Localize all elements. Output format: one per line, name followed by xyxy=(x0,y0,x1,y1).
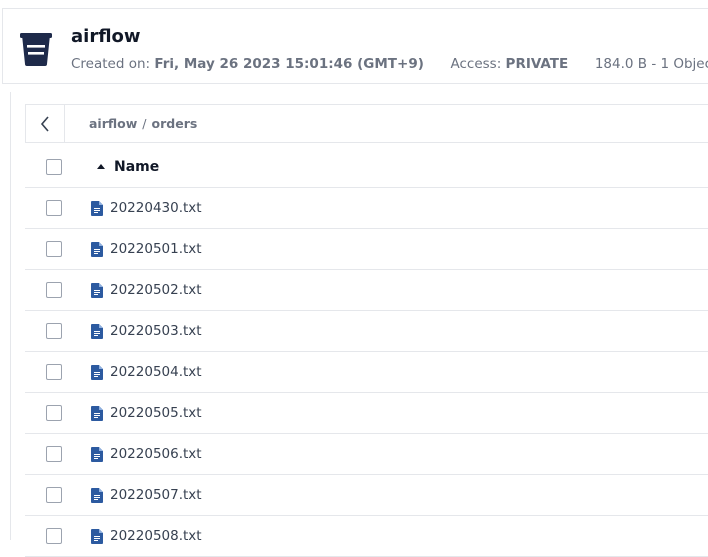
text-file-icon xyxy=(91,406,103,421)
breadcrumb-root[interactable]: airflow xyxy=(89,116,137,131)
file-name[interactable]: 20220505.txt xyxy=(110,405,202,421)
row-checkbox[interactable] xyxy=(46,405,62,421)
breadcrumb-separator: / xyxy=(142,116,147,131)
file-name[interactable]: 20220504.txt xyxy=(110,364,202,380)
file-name[interactable]: 20220503.txt xyxy=(110,323,202,339)
file-name[interactable]: 20220506.txt xyxy=(110,446,202,462)
text-file-icon xyxy=(91,365,103,380)
row-checkbox[interactable] xyxy=(46,528,62,544)
select-all-checkbox[interactable] xyxy=(46,159,62,175)
text-file-icon xyxy=(91,201,103,216)
text-file-icon xyxy=(91,242,103,257)
table-row[interactable]: 20220504.txt xyxy=(25,352,708,393)
text-file-icon xyxy=(91,324,103,339)
file-name[interactable]: 20220507.txt xyxy=(110,487,202,503)
table-row[interactable]: 20220506.txt xyxy=(25,434,708,475)
bucket-name: airflow xyxy=(71,26,141,47)
created-label: Created on: xyxy=(71,56,151,72)
created-value: Fri, May 26 2023 15:01:46 (GMT+9) xyxy=(154,56,424,72)
breadcrumb: airflow / orders xyxy=(89,116,197,131)
text-file-icon xyxy=(91,488,103,503)
bucket-header: airflow Created on: Fri, May 26 2023 15:… xyxy=(2,8,708,84)
table-header: Name xyxy=(25,147,708,188)
chevron-left-icon xyxy=(40,115,49,132)
table-row[interactable]: 20220507.txt xyxy=(25,475,708,516)
table-row[interactable]: 20220430.txt xyxy=(25,188,708,229)
text-file-icon xyxy=(91,447,103,462)
sort-ascending-icon[interactable] xyxy=(97,164,105,169)
access-label: Access: xyxy=(450,56,502,72)
access-value: PRIVATE xyxy=(505,56,569,72)
breadcrumb-current: orders xyxy=(151,116,198,131)
file-name[interactable]: 20220502.txt xyxy=(110,282,202,298)
name-column-header[interactable]: Name xyxy=(114,159,159,175)
row-checkbox[interactable] xyxy=(46,282,62,298)
back-button[interactable] xyxy=(26,105,65,142)
row-checkbox[interactable] xyxy=(46,241,62,257)
usage-info: 184.0 B - 1 Object xyxy=(594,56,708,72)
text-file-icon xyxy=(91,529,103,544)
row-checkbox[interactable] xyxy=(46,200,62,216)
table-row[interactable]: 20220503.txt xyxy=(25,311,708,352)
text-file-icon xyxy=(91,283,103,298)
row-checkbox[interactable] xyxy=(46,446,62,462)
file-table: Name 20220430.txt 20220501.txt 20220502.tx… xyxy=(25,147,708,557)
breadcrumb-bar: airflow / orders xyxy=(25,104,708,143)
divider xyxy=(10,92,11,540)
table-row[interactable]: 20220508.txt xyxy=(25,516,708,557)
row-checkbox[interactable] xyxy=(46,323,62,339)
bucket-meta: Created on: Fri, May 26 2023 15:01:46 (G… xyxy=(71,56,708,72)
row-checkbox[interactable] xyxy=(46,364,62,380)
table-row[interactable]: 20220501.txt xyxy=(25,229,708,270)
bucket-icon xyxy=(20,33,52,66)
file-name[interactable]: 20220430.txt xyxy=(110,200,202,216)
table-row[interactable]: 20220502.txt xyxy=(25,270,708,311)
file-name[interactable]: 20220501.txt xyxy=(110,241,202,257)
row-checkbox[interactable] xyxy=(46,487,62,503)
file-name[interactable]: 20220508.txt xyxy=(110,528,202,544)
table-row[interactable]: 20220505.txt xyxy=(25,393,708,434)
